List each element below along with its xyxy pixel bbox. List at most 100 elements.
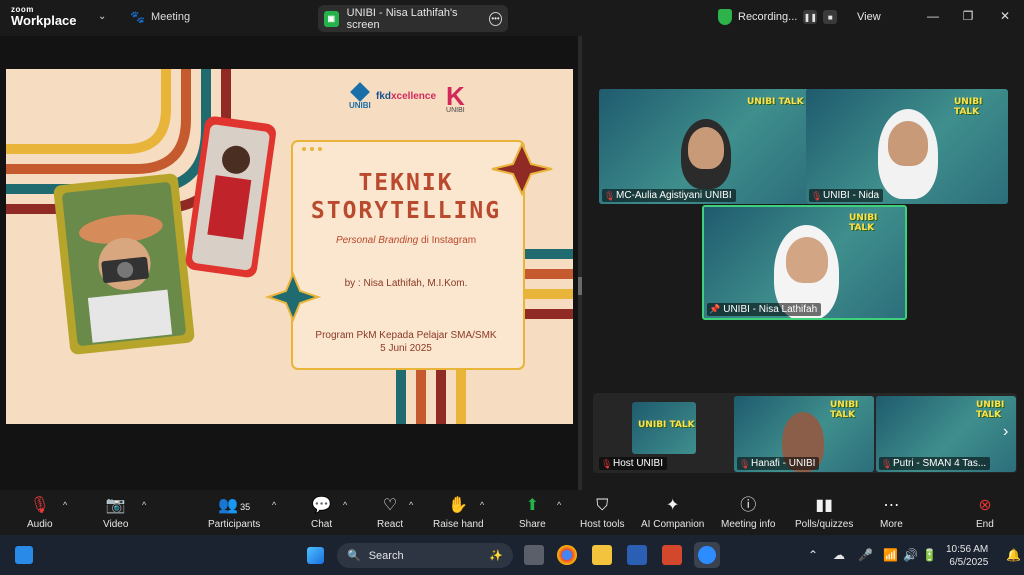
restore-icon[interactable]: ❐ bbox=[960, 9, 976, 23]
mic-off-icon: 🎙 bbox=[811, 190, 823, 201]
slide-title: TEKNIK STORYTELLING bbox=[310, 170, 502, 224]
video-tile-hanafi[interactable]: UNIBI TALK 🎙 Hanafi - UNIBI bbox=[734, 396, 874, 472]
unibi-talk-logo: UNIBI TALK bbox=[830, 400, 859, 420]
wifi-icon[interactable]: 📶 bbox=[883, 548, 898, 562]
minimize-icon[interactable]: — bbox=[925, 9, 941, 23]
unibi-logo: UNIBI bbox=[349, 82, 371, 110]
windows-start-icon[interactable] bbox=[307, 547, 324, 564]
participant-name: 📌 UNIBI - Nisa Lathifah bbox=[707, 303, 822, 316]
meeting-label: Meeting bbox=[150, 11, 191, 23]
fkd-xcellence-logo: fkdxcellence bbox=[376, 91, 437, 102]
slide-subtitle: Personal Branding di Instagram bbox=[335, 235, 477, 246]
video-tile-nisa-active-speaker[interactable]: UNIBI TALK 📌 UNIBI - Nisa Lathifah bbox=[702, 205, 907, 320]
taskbar-search[interactable]: 🔍 Search ✨ bbox=[337, 543, 513, 568]
more-options-icon[interactable]: ••• bbox=[489, 11, 502, 26]
hand-icon: ✋ bbox=[448, 497, 469, 514]
more-button[interactable]: ⋯ More bbox=[880, 496, 903, 530]
shield-icon: ⛉ bbox=[596, 497, 609, 514]
slide-decoration bbox=[6, 69, 573, 424]
raise-hand-button[interactable]: ✋ Raise hand bbox=[433, 496, 484, 530]
screen-share-icon: ▣ bbox=[324, 10, 339, 27]
unibi-talk-logo: UNIBI TALK bbox=[638, 420, 695, 430]
chat-button[interactable]: 💬 Chat bbox=[311, 496, 332, 530]
video-options-caret[interactable]: ^ bbox=[142, 500, 146, 510]
share-button[interactable]: ⬆ Share bbox=[519, 496, 546, 530]
bar-chart-icon: ▮▮ bbox=[815, 497, 833, 514]
volume-icon[interactable]: 🔊 bbox=[903, 548, 918, 562]
video-tile-aulia[interactable]: UNIBI TALK 🎙 MC-Aulia Agistiyani UNIBI bbox=[599, 89, 809, 204]
split-divider[interactable] bbox=[578, 36, 582, 490]
video-tile-putri[interactable]: UNIBI TALK 🎙 Putri - SMAN 4 Tas... bbox=[876, 396, 1016, 472]
powerpoint-icon[interactable] bbox=[662, 545, 682, 565]
search-placeholder: Search bbox=[368, 549, 404, 562]
notification-bell-icon[interactable]: 🔔 bbox=[1006, 548, 1021, 562]
title-bar: zoom Workplace ⌄ 🐾 Meeting ▣ UNIBI - Nis… bbox=[0, 0, 1024, 36]
chat-options-caret[interactable]: ^ bbox=[343, 500, 347, 510]
audio-options-caret[interactable]: ^ bbox=[63, 500, 67, 510]
video-off-icon: 📷 bbox=[105, 497, 126, 514]
video-tile-nida[interactable]: UNIBI TALK 🎙 UNIBI - Nida bbox=[806, 89, 1008, 204]
audio-button[interactable]: 🎙 Audio bbox=[27, 496, 53, 530]
polls-button[interactable]: ▮▮ Polls/quizzes bbox=[795, 496, 853, 530]
file-explorer-icon[interactable] bbox=[592, 545, 612, 565]
microphone-icon[interactable]: 🎤 bbox=[858, 548, 873, 562]
participants-button[interactable]: 👥 35 Participants bbox=[208, 496, 260, 530]
participant-name: 🎙 MC-Aulia Agistiyani UNIBI bbox=[602, 189, 736, 202]
word-icon[interactable] bbox=[627, 545, 647, 565]
mic-off-icon: 🎙 bbox=[739, 458, 751, 469]
k-logo: K UNIBI bbox=[446, 81, 465, 114]
video-button[interactable]: 📷 Video bbox=[103, 496, 128, 530]
host-tools-button[interactable]: ⛉ Host tools bbox=[580, 496, 624, 530]
zoom-taskbar-tile[interactable] bbox=[694, 542, 720, 568]
meeting-tab[interactable]: 🐾 Meeting bbox=[130, 10, 190, 24]
video-tile-host[interactable]: UNIBI TALK 🎙 Host UNIBI bbox=[596, 396, 731, 472]
pause-recording-button[interactable]: ❚❚ bbox=[803, 10, 818, 24]
chevron-down-icon[interactable]: ⌄ bbox=[98, 11, 106, 22]
raise-hand-options-caret[interactable]: ^ bbox=[480, 500, 484, 510]
task-view-icon[interactable] bbox=[524, 545, 544, 565]
paw-icon: 🐾 bbox=[130, 10, 145, 24]
mic-off-icon: 🎙 bbox=[601, 458, 613, 469]
brand-bottom: Workplace bbox=[11, 13, 77, 28]
ai-companion-button[interactable]: ✦ AI Companion bbox=[641, 496, 704, 530]
stop-recording-button[interactable]: ■ bbox=[823, 10, 838, 24]
participant-name: 🎙 Host UNIBI bbox=[599, 457, 668, 470]
heart-icon: ♡ bbox=[382, 497, 398, 514]
zoom-brand[interactable]: zoom Workplace bbox=[11, 6, 77, 28]
react-options-caret[interactable]: ^ bbox=[409, 500, 413, 510]
participant-name: 🎙 UNIBI - Nida bbox=[809, 189, 884, 202]
unibi-talk-logo: UNIBI TALK bbox=[849, 213, 878, 233]
mic-muted-icon: 🎙 bbox=[29, 497, 50, 514]
slide-author: by : Nisa Lathifah, M.I.Kom. bbox=[344, 278, 468, 289]
share-options-caret[interactable]: ^ bbox=[557, 500, 561, 510]
close-icon[interactable]: ✕ bbox=[997, 9, 1013, 23]
divider-grip[interactable] bbox=[578, 277, 582, 295]
participants-options-caret[interactable]: ^ bbox=[272, 500, 276, 510]
widgets-icon[interactable] bbox=[15, 546, 33, 564]
participant-name: 🎙 Hanafi - UNIBI bbox=[737, 457, 820, 470]
share-screen-icon: ⬆ bbox=[525, 497, 540, 514]
tray-chevron-icon[interactable]: ⌃ bbox=[808, 548, 818, 562]
search-icon: 🔍 bbox=[347, 550, 361, 562]
meeting-toolbar bbox=[0, 490, 1024, 535]
unibi-talk-logo: UNIBI TALK bbox=[976, 400, 1005, 420]
participants-icon: 👥 35 bbox=[218, 497, 251, 514]
view-button[interactable]: View bbox=[857, 11, 881, 23]
copilot-sparkle-icon: ✨ bbox=[489, 550, 503, 562]
clock[interactable]: 10:56 AM 6/5/2025 bbox=[946, 543, 988, 569]
chat-icon: 💬 bbox=[311, 497, 332, 514]
recording-label: Recording... bbox=[738, 11, 798, 23]
view-label: View bbox=[857, 11, 881, 23]
cloud-icon[interactable]: ☁ bbox=[833, 548, 845, 562]
slide-program: Program PkM Kepada Pelajar SMA/SMK 5 Jun… bbox=[315, 330, 497, 354]
screen-share-indicator[interactable]: ▣ UNIBI - Nisa Lathifah's screen ••• bbox=[318, 5, 508, 32]
battery-icon[interactable]: 🔋 bbox=[922, 548, 937, 562]
unibi-talk-logo: UNIBI TALK bbox=[954, 97, 983, 117]
end-button[interactable]: ⊗ End bbox=[976, 496, 994, 530]
react-button[interactable]: ♡ React bbox=[377, 496, 403, 530]
chevron-right-icon[interactable]: › bbox=[1003, 423, 1008, 441]
sparkle-icon: ✦ bbox=[665, 497, 680, 514]
chrome-icon[interactable] bbox=[557, 545, 577, 565]
info-icon: ⓘ bbox=[740, 497, 757, 514]
meeting-info-button[interactable]: ⓘ Meeting info bbox=[721, 496, 775, 530]
